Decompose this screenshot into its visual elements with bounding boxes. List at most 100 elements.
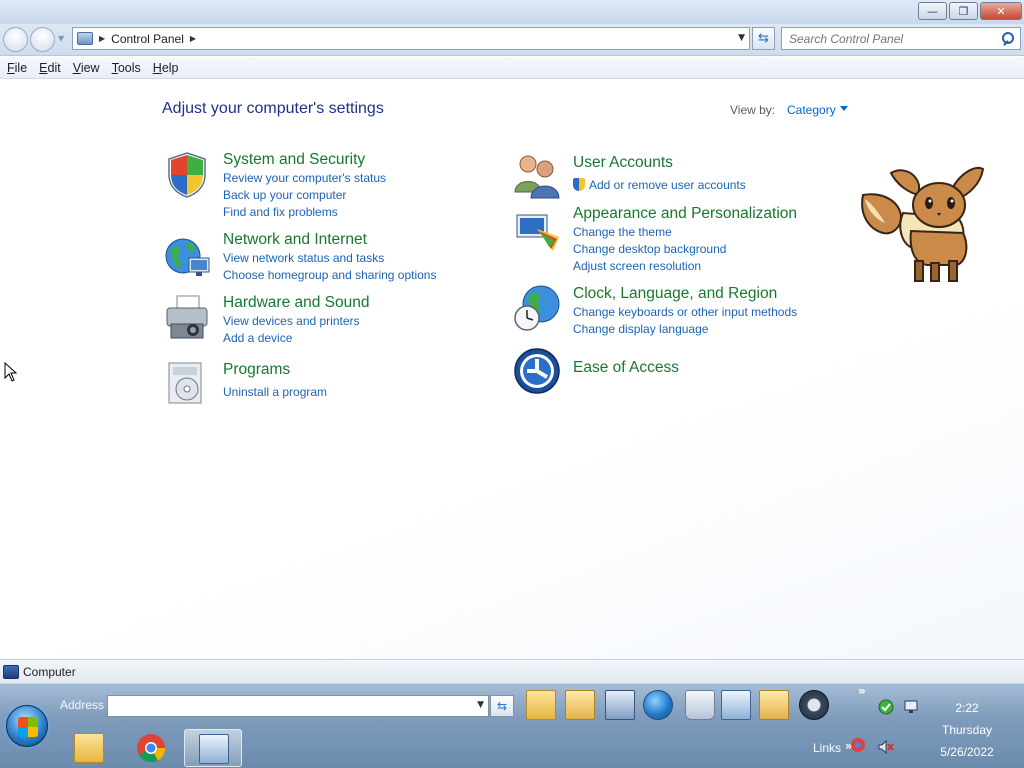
- desktop-pet-sprite[interactable]: [857, 165, 985, 285]
- recent-pages-dropdown[interactable]: ▼: [58, 34, 64, 43]
- shield-icon[interactable]: [163, 151, 211, 199]
- address-bar[interactable]: ▶ Control Panel ▶ ▼: [72, 27, 750, 50]
- programs-icon[interactable]: [163, 359, 211, 407]
- link-add-remove-accounts-label[interactable]: Add or remove user accounts: [589, 178, 746, 192]
- close-button[interactable]: ✕: [980, 2, 1022, 20]
- quick-launch-network-icon[interactable]: [643, 690, 673, 720]
- clock-globe-icon[interactable]: [513, 284, 561, 332]
- window-title-bar: — ❐ ✕: [0, 0, 1024, 24]
- computer-icon: [3, 664, 19, 679]
- quick-launch-recycle-bin-icon[interactable]: [685, 690, 715, 720]
- address-dropdown-icon[interactable]: ▼: [738, 33, 745, 43]
- quick-launch-user-folder-icon[interactable]: [565, 690, 595, 720]
- chrome-icon: [137, 734, 166, 763]
- minimize-icon: —: [927, 4, 938, 18]
- appearance-icon[interactable]: [513, 209, 561, 257]
- control-panel-app-icon: [199, 734, 229, 764]
- navigation-bar: ▼ ▶ Control Panel ▶ ▼ ⇆: [0, 24, 1024, 56]
- link-uninstall-program[interactable]: Uninstall a program: [223, 385, 327, 399]
- search-icon[interactable]: [999, 30, 1017, 48]
- clock-time: 2:22: [955, 701, 979, 715]
- menu-bar: File Edit View Tools Help: [0, 57, 1024, 79]
- menu-tools[interactable]: Tools: [107, 61, 146, 75]
- category-system-and-security[interactable]: System and Security: [223, 151, 365, 169]
- category-user-accounts[interactable]: User Accounts: [573, 154, 673, 172]
- taskbar-control-panel-button[interactable]: [184, 729, 242, 767]
- printer-icon[interactable]: [163, 294, 211, 342]
- quick-launch-control-panel-icon[interactable]: [721, 690, 751, 720]
- control-panel-icon: [77, 32, 93, 45]
- windows-logo-icon: [18, 717, 38, 737]
- explorer-icon: [74, 733, 104, 763]
- control-panel-content: Adjust your computer's settings View by:…: [0, 79, 1024, 659]
- network-globe-icon[interactable]: [163, 234, 211, 282]
- link-change-theme[interactable]: Change the theme: [573, 225, 672, 239]
- volume-muted-icon[interactable]: [878, 739, 894, 755]
- toolbar-overflow-icon[interactable]: »: [858, 684, 866, 698]
- taskbar-address-label: Address: [60, 698, 105, 712]
- link-add-remove-accounts[interactable]: Add or remove user accounts: [573, 178, 746, 192]
- link-devices-printers[interactable]: View devices and printers: [223, 314, 360, 328]
- taskbar-address-input[interactable]: ▼: [107, 695, 489, 717]
- mouse-cursor-icon: [4, 362, 18, 382]
- quick-launch-folder2-icon[interactable]: [759, 690, 789, 720]
- ease-of-access-icon[interactable]: [513, 347, 561, 395]
- menu-file[interactable]: File: [2, 61, 32, 75]
- taskbar: Address ▼ ⇆ » Links » 2:22 Thursday 5/26…: [0, 683, 1024, 768]
- category-programs[interactable]: Programs: [223, 361, 290, 379]
- system-clock[interactable]: 2:22 Thursday 5/26/2022: [930, 697, 1004, 763]
- links-toolbar-label[interactable]: Links: [813, 741, 841, 755]
- link-change-keyboards[interactable]: Change keyboards or other input methods: [573, 305, 797, 319]
- menu-edit[interactable]: Edit: [34, 61, 66, 75]
- page-title: Adjust your computer's settings: [162, 100, 384, 117]
- link-desktop-background[interactable]: Change desktop background: [573, 242, 726, 256]
- security-tray-icon[interactable]: [878, 699, 894, 715]
- taskbar-go-button[interactable]: ⇆: [490, 695, 514, 717]
- minimize-button[interactable]: —: [918, 2, 947, 20]
- link-network-status[interactable]: View network status and tasks: [223, 251, 384, 265]
- search-box[interactable]: [781, 27, 1021, 50]
- quick-launch-computer-icon[interactable]: [605, 690, 635, 720]
- link-review-status[interactable]: Review your computer's status: [223, 171, 386, 185]
- go-icon: ⇆: [496, 699, 508, 713]
- maximize-icon: ❐: [958, 4, 969, 18]
- search-input[interactable]: [782, 28, 999, 49]
- breadcrumb-control-panel[interactable]: Control Panel: [111, 32, 184, 46]
- category-clock-language-region[interactable]: Clock, Language, and Region: [573, 285, 777, 303]
- refresh-button[interactable]: ⇆: [752, 27, 775, 50]
- link-screen-resolution[interactable]: Adjust screen resolution: [573, 259, 701, 273]
- link-add-device[interactable]: Add a device: [223, 331, 292, 345]
- link-display-language[interactable]: Change display language: [573, 322, 708, 336]
- breadcrumb-arrow-icon[interactable]: ▶: [190, 34, 196, 43]
- taskbar-address-dropdown-icon[interactable]: ▼: [477, 700, 484, 710]
- user-accounts-icon[interactable]: [513, 152, 561, 200]
- breadcrumb-arrow-icon[interactable]: ▶: [99, 34, 105, 43]
- menu-view[interactable]: View: [68, 61, 105, 75]
- menu-help[interactable]: Help: [148, 61, 184, 75]
- quick-launch-steam-icon[interactable]: [799, 690, 829, 720]
- forward-button[interactable]: [30, 27, 55, 52]
- status-text: Computer: [23, 664, 76, 679]
- maximize-button[interactable]: ❐: [949, 2, 978, 20]
- back-button[interactable]: [3, 27, 28, 52]
- refresh-icon: ⇆: [758, 31, 769, 46]
- link-find-fix-problems[interactable]: Find and fix problems: [223, 205, 338, 219]
- uac-shield-icon: [573, 178, 585, 191]
- clock-date: 5/26/2022: [940, 745, 994, 759]
- view-by-dropdown[interactable]: Category: [787, 103, 836, 117]
- taskbar-chrome-button[interactable]: [122, 729, 180, 767]
- network-tray-icon[interactable]: [903, 699, 919, 715]
- category-network-and-internet[interactable]: Network and Internet: [223, 231, 367, 249]
- quick-launch-folder-icon[interactable]: [526, 690, 556, 720]
- close-icon: ✕: [996, 4, 1006, 18]
- start-button[interactable]: [6, 705, 48, 747]
- link-back-up[interactable]: Back up your computer: [223, 188, 346, 202]
- category-hardware-and-sound[interactable]: Hardware and Sound: [223, 294, 370, 312]
- link-homegroup[interactable]: Choose homegroup and sharing options: [223, 268, 436, 282]
- category-appearance[interactable]: Appearance and Personalization: [573, 205, 797, 223]
- view-by-caret-icon[interactable]: [840, 106, 848, 111]
- chrome-tray-icon[interactable]: [850, 737, 866, 753]
- clock-day: Thursday: [941, 723, 993, 737]
- taskbar-explorer-button[interactable]: [60, 729, 118, 767]
- category-ease-of-access[interactable]: Ease of Access: [573, 359, 679, 377]
